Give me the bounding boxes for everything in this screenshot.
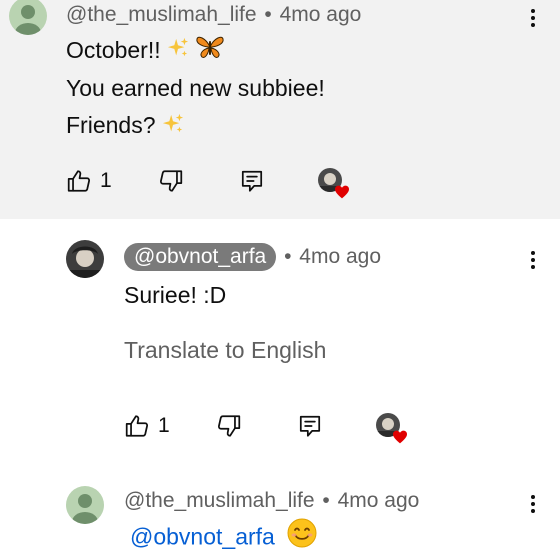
creator-heart bbox=[376, 413, 407, 444]
author-avatar[interactable] bbox=[66, 240, 104, 278]
translate-link[interactable]: Translate to English bbox=[124, 335, 326, 365]
author-avatar[interactable] bbox=[9, 0, 47, 35]
smiling-face-icon bbox=[287, 518, 317, 559]
mention-link[interactable]: @obvnot_arfa bbox=[130, 524, 275, 550]
sparkles-icon bbox=[167, 33, 189, 70]
highlighted-comment: @the_muslimah_life • 4mo ago October!! Y… bbox=[0, 0, 560, 219]
thumbs-up-icon bbox=[124, 413, 150, 439]
creator-heart bbox=[318, 168, 349, 199]
dislike-button[interactable] bbox=[216, 413, 242, 439]
dislike-button[interactable] bbox=[158, 168, 184, 194]
thumbs-up-icon bbox=[66, 168, 92, 194]
comment-meta: @the_muslimah_life • 4mo ago bbox=[124, 488, 419, 514]
meta-separator: • bbox=[322, 489, 330, 512]
comment-time[interactable]: 4mo ago bbox=[338, 489, 420, 512]
comment-line: October!! bbox=[66, 32, 325, 70]
comment-meta: @obvnot_arfa • 4mo ago bbox=[124, 243, 381, 271]
reply-icon bbox=[297, 413, 323, 439]
sparkles-icon bbox=[162, 109, 184, 146]
comment-text: @obvnot_arfa bbox=[130, 518, 317, 559]
comment-actions: 1 bbox=[124, 413, 424, 444]
butterfly-icon bbox=[195, 33, 225, 70]
reply-button[interactable] bbox=[297, 413, 323, 439]
meta-separator: • bbox=[264, 3, 272, 26]
comment-time[interactable]: 4mo ago bbox=[280, 3, 362, 26]
like-button[interactable]: 1 bbox=[124, 413, 170, 439]
like-count: 1 bbox=[100, 169, 112, 192]
comment-time[interactable]: 4mo ago bbox=[299, 245, 381, 268]
author-name[interactable]: @the_muslimah_life bbox=[124, 489, 315, 512]
author-name[interactable]: @obvnot_arfa bbox=[124, 243, 277, 271]
meta-separator: • bbox=[284, 245, 292, 268]
more-vert-icon[interactable] bbox=[523, 247, 543, 273]
comment-line: You earned new subbiee! bbox=[66, 75, 325, 102]
like-button[interactable]: 1 bbox=[66, 168, 112, 194]
comment-actions: 1 bbox=[66, 168, 366, 199]
thumbs-down-icon bbox=[216, 413, 242, 439]
reply-comment: @obvnot_arfa • 4mo ago Suriee! :D Transl… bbox=[0, 219, 560, 464]
author-name[interactable]: @the_muslimah_life bbox=[66, 3, 257, 26]
like-count: 1 bbox=[158, 414, 170, 437]
reply-comment: @the_muslimah_life • 4mo ago @obvnot_arf… bbox=[0, 464, 560, 560]
comment-line: Friends? bbox=[66, 107, 325, 145]
comment-text: Suriee! :D bbox=[124, 282, 227, 308]
heart-icon bbox=[334, 185, 350, 199]
thumbs-down-icon bbox=[158, 168, 184, 194]
more-vert-icon[interactable] bbox=[523, 491, 543, 517]
heart-icon bbox=[392, 430, 408, 444]
reply-icon bbox=[239, 168, 265, 194]
author-avatar[interactable] bbox=[66, 486, 104, 524]
comment-meta: @the_muslimah_life • 4mo ago bbox=[66, 2, 361, 28]
reply-button[interactable] bbox=[239, 168, 265, 194]
more-vert-icon[interactable] bbox=[523, 5, 543, 31]
comment-text: October!! You earned new subbiee! Friend… bbox=[66, 32, 325, 146]
